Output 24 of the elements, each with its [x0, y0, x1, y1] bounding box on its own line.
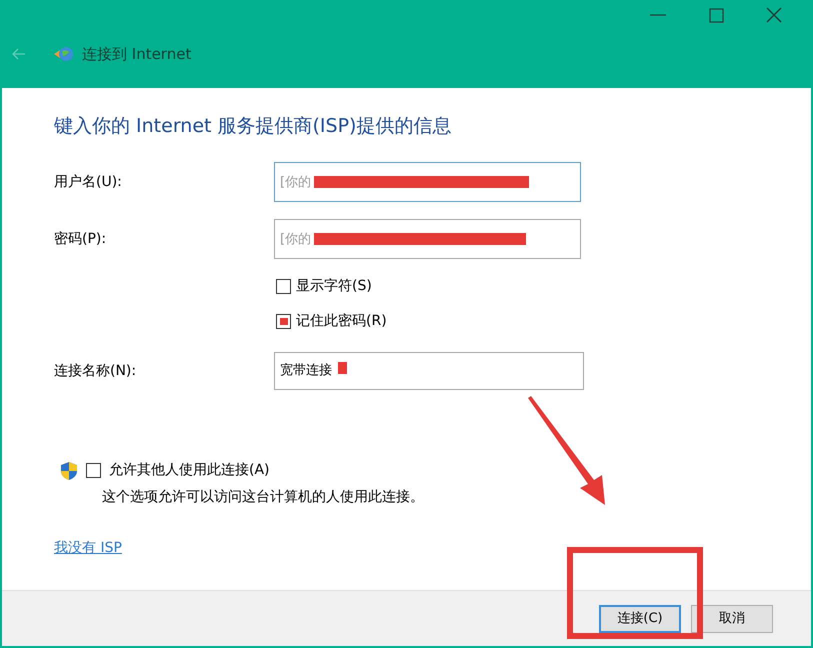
checkbox[interactable] — [86, 463, 101, 478]
input-field[interactable]: [你的 — [274, 162, 581, 202]
checkbox-label: 显示字符(S) — [296, 277, 372, 296]
checkbox[interactable] — [276, 314, 291, 329]
no-isp-link[interactable]: 我没有 ISP — [54, 538, 122, 559]
dialog-button[interactable]: 取消 — [691, 604, 773, 632]
checkbox-label: 允许其他人使用此连接(A) — [109, 461, 270, 480]
maximize-icon — [707, 6, 725, 24]
close-icon — [765, 6, 783, 24]
window-title: 连接到 Internet — [82, 44, 192, 65]
globe-icon — [54, 45, 74, 64]
shield-icon — [60, 460, 78, 480]
field-label: 用户名(U): — [54, 172, 123, 192]
dialog-button[interactable]: 连接(C) — [599, 604, 681, 632]
input-field[interactable]: [你的 — [274, 219, 581, 259]
field-label: 连接名称(N): — [54, 362, 138, 380]
option-description: 这个选项允许可以访问这台计算机的人使用此连接。 — [102, 488, 425, 507]
checkbox-label: 记住此密码(R) — [296, 312, 387, 331]
checkbox[interactable] — [276, 279, 291, 294]
minimize-icon — [650, 14, 666, 16]
page-heading: 键入你的 Internet 服务提供商(ISP)提供的信息 — [54, 114, 452, 139]
field-label: 密码(P): — [54, 230, 108, 248]
input-field[interactable]: 宽带连接 — [274, 352, 584, 390]
field-value: 宽带连接 — [280, 362, 332, 380]
